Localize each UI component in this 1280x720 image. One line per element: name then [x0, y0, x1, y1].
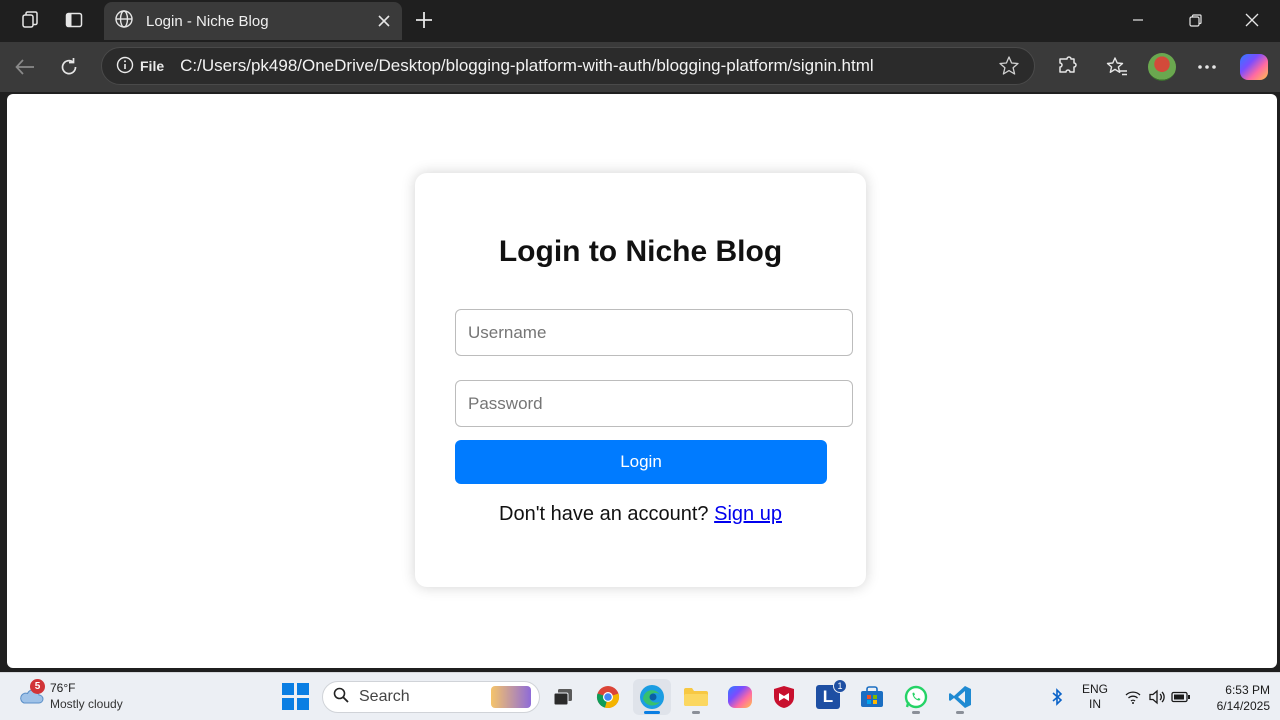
weather-widget[interactable]: 5 76°F Mostly cloudy [14, 679, 154, 715]
task-view-icon[interactable] [544, 679, 582, 715]
store-icon[interactable] [853, 679, 891, 715]
new-tab-icon[interactable] [406, 3, 442, 37]
search-label: Search [359, 688, 410, 705]
clock-date: 6/14/2025 [1216, 699, 1270, 713]
profile-avatar[interactable] [1142, 48, 1182, 86]
signup-link[interactable]: Sign up [714, 503, 782, 525]
mcafee-icon[interactable] [765, 679, 803, 715]
tab-title: Login - Niche Blog [146, 12, 269, 30]
bluetooth-icon[interactable] [1046, 673, 1068, 720]
vscode-icon[interactable] [941, 679, 979, 715]
info-icon [116, 56, 140, 77]
search-icon [333, 687, 349, 708]
address-bar[interactable]: File C:/Users/pk498/OneDrive/Desktop/blo… [101, 47, 1035, 85]
favorites-icon[interactable] [1097, 48, 1137, 86]
windows-taskbar: 5 76°F Mostly cloudy Search L 1 ENG IN 6… [0, 672, 1280, 720]
login-heading: Login to Niche Blog [498, 235, 783, 268]
site-info-button[interactable]: File [110, 52, 170, 80]
close-tab-icon[interactable] [366, 3, 402, 39]
tab-actions-icon[interactable] [52, 0, 96, 40]
taskbar-clock[interactable]: 6:53 PM 6/14/2025 [1196, 682, 1270, 714]
security-label: File [140, 58, 165, 74]
workspaces-icon[interactable] [8, 0, 52, 40]
extensions-icon[interactable] [1047, 48, 1087, 86]
edge-icon[interactable] [633, 679, 671, 715]
weather-badge: 5 [30, 679, 45, 694]
refresh-icon[interactable] [50, 48, 88, 86]
notification-badge: 1 [833, 679, 847, 693]
signup-prompt: Don't have an account? [499, 503, 709, 525]
restore-icon[interactable] [1167, 0, 1223, 40]
url-text[interactable]: C:/Users/pk498/OneDrive/Desktop/blogging… [180, 56, 990, 76]
browser-toolbar: File C:/Users/pk498/OneDrive/Desktop/blo… [0, 42, 1280, 92]
signup-prompt-line: Don't have an account? Sign up [415, 503, 866, 526]
minimize-icon[interactable] [1110, 0, 1166, 40]
file-explorer-icon[interactable] [677, 679, 715, 715]
back-icon[interactable] [6, 48, 44, 86]
volume-icon[interactable] [1146, 673, 1168, 720]
chrome-icon[interactable] [589, 679, 627, 715]
browser-tab[interactable]: Login - Niche Blog [104, 2, 402, 40]
password-input[interactable] [455, 380, 853, 427]
language-line2: IN [1089, 697, 1101, 711]
login-card: Login to Niche Blog Login Don't have an … [415, 173, 866, 587]
weather-temperature: 76°F [50, 681, 76, 695]
favorite-star-icon[interactable] [990, 50, 1028, 82]
language-line1: ENG [1081, 682, 1108, 696]
more-icon[interactable] [1187, 48, 1227, 86]
language-indicator[interactable]: ENG IN [1078, 682, 1112, 712]
weather-condition: Mostly cloudy [50, 697, 123, 711]
close-window-icon[interactable] [1224, 0, 1280, 40]
globe-icon [114, 9, 134, 33]
search-highlight-icon [491, 686, 531, 708]
taskbar-search[interactable]: Search [322, 681, 540, 713]
copilot-icon[interactable] [1234, 48, 1274, 86]
username-input[interactable] [455, 309, 853, 356]
page-viewport: Login to Niche Blog Login Don't have an … [7, 94, 1277, 668]
start-button[interactable] [282, 683, 310, 711]
browser-title-bar: Login - Niche Blog [0, 0, 1280, 42]
word-l-icon[interactable]: L 1 [809, 679, 847, 715]
login-button[interactable]: Login [455, 440, 827, 484]
wifi-icon[interactable] [1122, 673, 1144, 720]
clock-time: 6:53 PM [1225, 683, 1270, 697]
whatsapp-icon[interactable] [897, 679, 935, 715]
battery-icon[interactable] [1170, 673, 1192, 720]
copilot-app-icon[interactable] [721, 679, 759, 715]
